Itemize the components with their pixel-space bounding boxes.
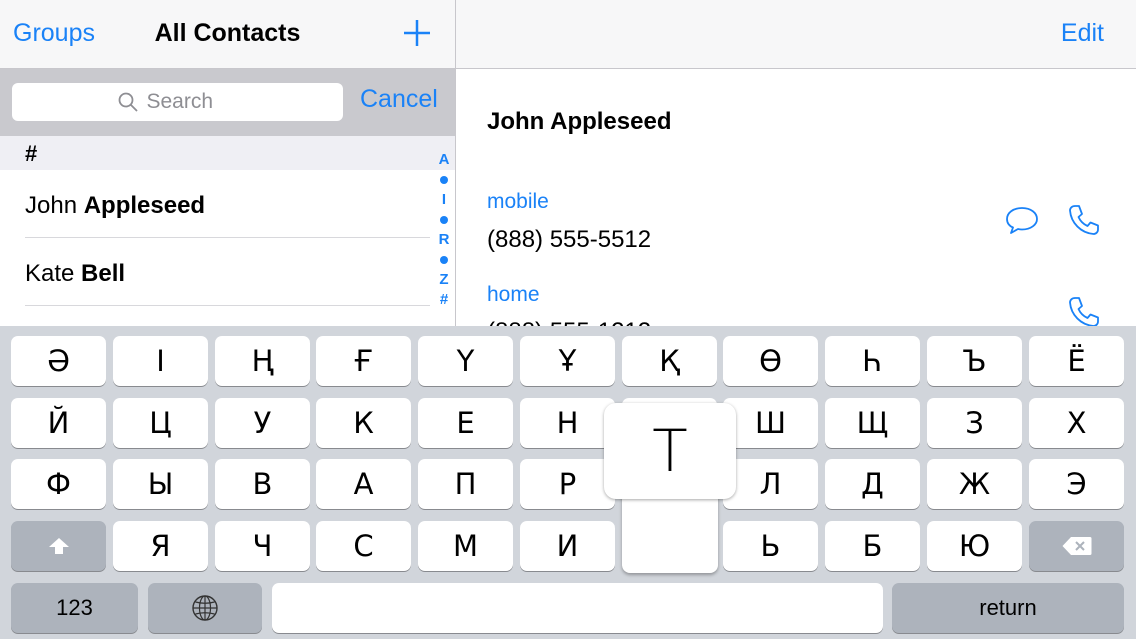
key[interactable]: Н	[520, 398, 615, 448]
key[interactable]: Р	[520, 459, 615, 509]
key[interactable]: Ь	[723, 521, 818, 571]
section-header: #	[0, 136, 455, 170]
index-letter[interactable]: #	[440, 290, 448, 310]
space-key[interactable]	[272, 583, 883, 633]
section-header-label: #	[25, 141, 38, 166]
contact-name: John Appleseed	[25, 192, 205, 220]
cancel-button[interactable]: Cancel	[360, 85, 438, 114]
backspace-icon	[1062, 537, 1091, 555]
index-dot[interactable]	[440, 176, 448, 184]
contact-row[interactable]: John Appleseed	[0, 170, 455, 238]
magnifier-icon	[118, 92, 138, 112]
key[interactable]: Ә	[11, 336, 106, 386]
key[interactable]: Й	[11, 398, 106, 448]
key-popup-letter: Т	[652, 417, 688, 485]
contact-name: Kate Bell	[25, 260, 125, 288]
contact-list: John Appleseed Kate Bell	[0, 170, 455, 306]
key[interactable]: З	[927, 398, 1022, 448]
key[interactable]: Б	[825, 521, 920, 571]
mobile-number[interactable]: (888) 555-5512	[487, 226, 651, 254]
key[interactable]: Ү	[418, 336, 513, 386]
key-popup: Т	[604, 403, 736, 573]
key[interactable]: П	[418, 459, 513, 509]
edit-button[interactable]: Edit	[1061, 19, 1104, 48]
search-bar: Cancel	[0, 69, 455, 136]
key[interactable]: Ы	[113, 459, 208, 509]
message-button[interactable]	[1004, 202, 1040, 238]
key[interactable]: А	[316, 459, 411, 509]
search-field[interactable]	[12, 83, 343, 121]
mobile-label: mobile	[487, 190, 549, 213]
key[interactable]: Ұ	[520, 336, 615, 386]
index-dot[interactable]	[440, 256, 448, 264]
return-key[interactable]: return	[892, 583, 1124, 633]
home-label: home	[487, 283, 540, 306]
plus-icon	[404, 20, 430, 46]
key[interactable]: Ю	[927, 521, 1022, 571]
key[interactable]: І	[113, 336, 208, 386]
key[interactable]: Ж	[927, 459, 1022, 509]
key[interactable]: Х	[1029, 398, 1124, 448]
key[interactable]: Һ	[825, 336, 920, 386]
key[interactable]: В	[215, 459, 310, 509]
shift-key[interactable]	[11, 521, 106, 571]
globe-key[interactable]	[148, 583, 262, 633]
key[interactable]: С	[316, 521, 411, 571]
key[interactable]: Ш	[723, 398, 818, 448]
key[interactable]: Ъ	[927, 336, 1022, 386]
index-letter[interactable]: Z	[439, 270, 448, 290]
phone-icon	[1069, 297, 1099, 327]
index-letter[interactable]: I	[442, 190, 446, 210]
call-home-button[interactable]	[1066, 294, 1102, 330]
keyboard: Ә І Ң Ғ Ү Ұ Қ Ө Һ Ъ Ё Й Ц У К Е Н Г Ш Щ …	[0, 326, 1136, 639]
key[interactable]: Қ	[622, 336, 717, 386]
key[interactable]: Ң	[215, 336, 310, 386]
key[interactable]: Д	[825, 459, 920, 509]
key[interactable]: Щ	[825, 398, 920, 448]
contact-row[interactable]: Kate Bell	[0, 238, 455, 306]
contacts-nav-bar: Groups All Contacts	[0, 0, 455, 69]
key[interactable]: Э	[1029, 459, 1124, 509]
contact-last-name: Appleseed	[83, 192, 206, 219]
speech-bubble-icon	[1006, 207, 1038, 234]
key[interactable]: К	[316, 398, 411, 448]
key[interactable]: И	[520, 521, 615, 571]
contact-detail-name: John Appleseed	[487, 108, 672, 135]
search-input[interactable]	[146, 90, 239, 114]
key[interactable]: Я	[113, 521, 208, 571]
numbers-key[interactable]: 123	[11, 583, 138, 633]
key[interactable]: Л	[723, 459, 818, 509]
call-mobile-button[interactable]	[1066, 202, 1102, 238]
row-separator	[25, 305, 430, 306]
index-dot[interactable]	[440, 216, 448, 224]
globe-icon	[192, 595, 218, 621]
section-index[interactable]: A I R Z #	[432, 150, 456, 315]
key[interactable]: Ц	[113, 398, 208, 448]
delete-key[interactable]	[1029, 521, 1124, 571]
key[interactable]: Ф	[11, 459, 106, 509]
contact-last-name: Bell	[81, 260, 126, 287]
shift-arrow-icon	[48, 538, 69, 554]
key[interactable]: Ё	[1029, 336, 1124, 386]
key[interactable]: Ө	[723, 336, 818, 386]
key[interactable]: М	[418, 521, 513, 571]
index-letter[interactable]: A	[439, 150, 450, 170]
contact-first-name: Kate	[25, 260, 75, 287]
groups-button[interactable]: Groups	[13, 19, 95, 48]
add-contact-button[interactable]	[400, 12, 434, 52]
index-letter[interactable]: R	[439, 230, 450, 250]
key[interactable]: Е	[418, 398, 513, 448]
contact-first-name: John	[25, 192, 78, 219]
key[interactable]: У	[215, 398, 310, 448]
key[interactable]: Ғ	[316, 336, 411, 386]
key[interactable]: Ч	[215, 521, 310, 571]
detail-nav-bar: Edit	[456, 0, 1136, 69]
phone-icon	[1069, 205, 1099, 235]
